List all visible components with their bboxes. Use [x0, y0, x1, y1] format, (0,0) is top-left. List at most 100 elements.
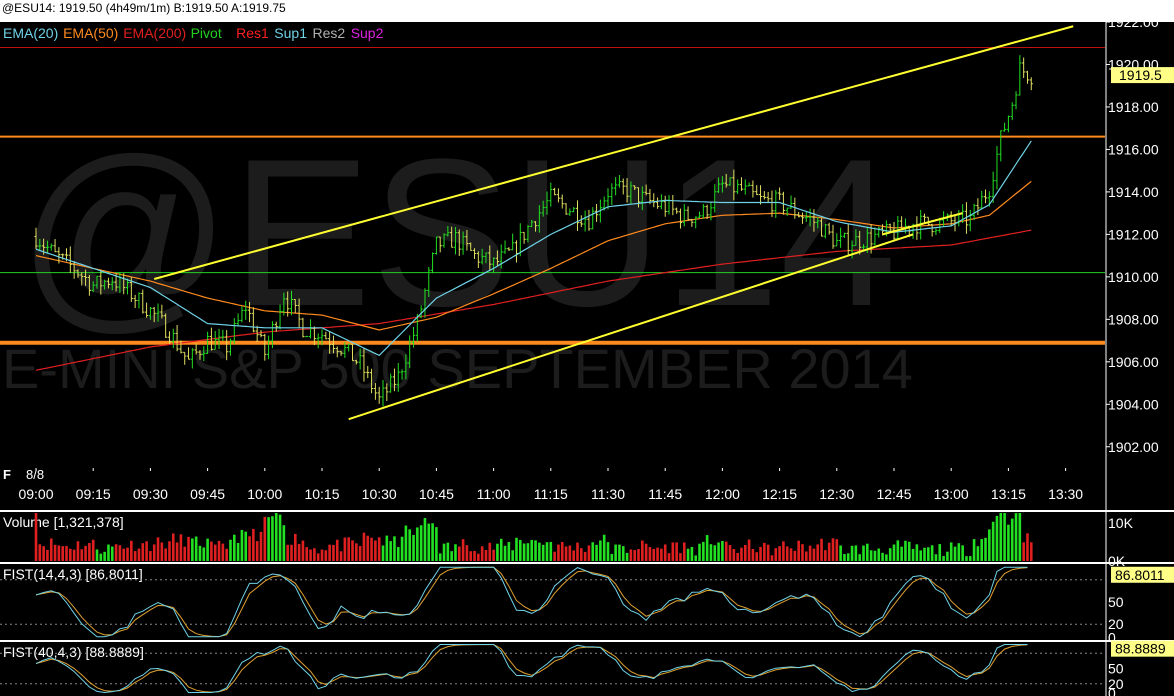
volume-bar: [263, 516, 267, 561]
volume-bar: [122, 548, 126, 561]
volume-bar: [587, 545, 591, 561]
volume-bar: [953, 546, 957, 561]
volume-bar: [1007, 524, 1010, 561]
volume-bar: [946, 551, 949, 561]
volume-bar: [518, 539, 522, 561]
price-bar: [1022, 57, 1026, 79]
volume-bar: [38, 544, 42, 561]
volume-bar: [179, 534, 183, 561]
volume-bar: [438, 553, 442, 561]
volume-bar: [679, 553, 682, 561]
time-tick-label: 11:15: [534, 486, 568, 502]
volume-bar: [690, 546, 694, 561]
volume-bar: [118, 545, 122, 561]
volume-bar: [534, 540, 537, 561]
volume-bar: [831, 538, 835, 561]
volume-bar: [907, 541, 911, 561]
volume-bar: [789, 548, 793, 561]
time-tick-label: 13:15: [991, 486, 1026, 502]
volume-bar: [976, 546, 980, 561]
volume-bar: [152, 544, 156, 561]
volume-bar: [873, 550, 877, 561]
volume-bar: [95, 549, 99, 561]
volume-bar: [393, 536, 396, 561]
volume-bar: [694, 555, 698, 561]
volume-bar: [149, 551, 152, 561]
volume-bar: [65, 546, 68, 561]
price-bar: [934, 228, 938, 236]
volume-bar: [259, 531, 263, 561]
volume-bar: [427, 523, 431, 561]
volume-bar: [900, 546, 903, 561]
time-tick-label: 11:45: [648, 486, 682, 502]
volume-bar: [625, 552, 629, 561]
volume-bar: [545, 542, 549, 561]
volume-bar: [812, 548, 816, 561]
legend-item-ema200: EMA(200): [123, 25, 186, 41]
volume-bar: [126, 547, 129, 561]
volume-bar: [396, 547, 400, 561]
volume-bar: [442, 543, 446, 561]
volume-bar: [248, 536, 251, 561]
volume-bar: [633, 550, 636, 561]
volume-bar: [915, 544, 919, 561]
volume-bar: [717, 542, 720, 561]
time-tick-label: 12:15: [762, 486, 797, 502]
volume-bar: [934, 554, 938, 561]
volume-bar: [686, 548, 690, 561]
volume-bar: [42, 546, 45, 561]
price-bar: [999, 130, 1003, 162]
volume-bar: [606, 542, 610, 561]
volume-bar: [896, 540, 900, 561]
volume-bar: [130, 540, 133, 561]
volume-bar: [503, 545, 507, 561]
volume-bar: [541, 544, 545, 561]
volume-bar: [255, 541, 259, 561]
volume-bar: [759, 546, 762, 561]
volume-bar: [1014, 513, 1018, 561]
volume-bar: [522, 543, 526, 561]
price-tick-label: 1922.00: [1108, 14, 1159, 30]
volume-bar: [1026, 533, 1029, 561]
volume-bar: [995, 515, 999, 561]
volume-bar: [675, 542, 678, 561]
volume-bar: [740, 547, 743, 561]
volume-bar: [53, 544, 57, 561]
time-tick-label: 11:30: [591, 486, 625, 502]
volume-bar: [610, 553, 614, 561]
price-tick-label: 1906.00: [1108, 354, 1159, 370]
volume-bar: [305, 547, 309, 561]
volume-bar: [290, 544, 293, 561]
time-tick-label: 13:00: [934, 486, 969, 502]
legend-item-sup2: Sup2: [351, 25, 384, 41]
volume-bar: [473, 550, 476, 561]
volume-bar: [362, 532, 366, 561]
volume-bar: [835, 539, 839, 561]
volume-bar: [866, 543, 869, 561]
volume-bar: [282, 525, 286, 561]
volume-bar: [572, 550, 575, 561]
fist2-panel-current-label: 88.8889: [1115, 641, 1166, 657]
volume-bar: [511, 550, 514, 561]
volume-bar: [705, 535, 709, 561]
volume-bar: [335, 539, 339, 561]
volume-bar: [595, 544, 598, 561]
price-chart[interactable]: @ESU14E-MINI S&P 500 SEPTEMBER 2014 EMA(2…: [0, 0, 1174, 696]
volume-bar: [824, 550, 827, 561]
volume-bar: [286, 544, 289, 561]
volume-bar: [477, 553, 480, 561]
volume-bar: [862, 545, 865, 561]
volume-bar: [637, 549, 640, 561]
volume-bar: [682, 542, 686, 561]
volume-bar: [76, 541, 80, 561]
price-tick-label: 1912.00: [1108, 226, 1159, 242]
volume-bar: [419, 525, 423, 561]
price-bar: [915, 216, 919, 240]
fist1-panel-line: [35, 566, 1028, 638]
watermark-description: E-MINI S&P 500 SEPTEMBER 2014: [2, 337, 913, 400]
volume-bar: [274, 513, 278, 561]
volume-bar: [843, 554, 846, 561]
volume-bar: [457, 546, 461, 561]
volume-bar: [202, 547, 206, 561]
volume-bar: [107, 544, 110, 561]
